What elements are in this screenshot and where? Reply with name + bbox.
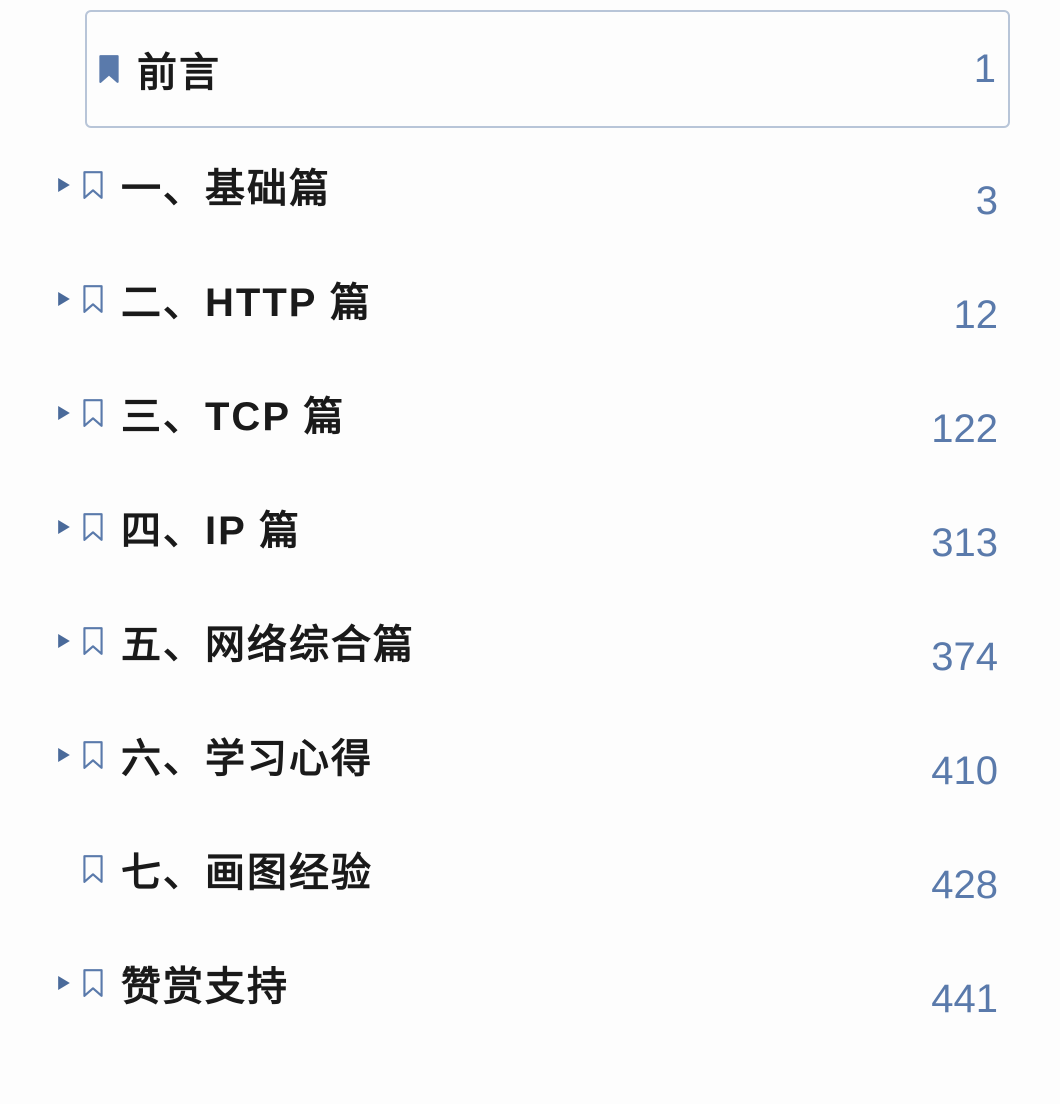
toc-item-4[interactable]: 四、IP 篇313 bbox=[55, 470, 1010, 584]
toc-title: 五、网络综合篇 bbox=[121, 612, 931, 670]
toc-item-0[interactable]: 前言1 bbox=[85, 10, 1010, 128]
bookmark-icon bbox=[79, 395, 107, 431]
toc-page-number: 313 bbox=[931, 521, 998, 566]
toc-title: 四、IP 篇 bbox=[121, 498, 931, 556]
expand-triangle-icon[interactable] bbox=[55, 404, 73, 422]
bookmark-icon bbox=[79, 737, 107, 773]
toc-title: 二、HTTP 篇 bbox=[121, 270, 954, 328]
toc-page-number: 1 bbox=[974, 47, 996, 92]
expand-triangle-icon[interactable] bbox=[55, 974, 73, 992]
bookmark-icon bbox=[79, 281, 107, 317]
toc-page-number: 441 bbox=[931, 977, 998, 1022]
bookmark-icon bbox=[79, 623, 107, 659]
bookmark-icon bbox=[79, 965, 107, 1001]
expand-triangle-icon[interactable] bbox=[55, 632, 73, 650]
toc-title: 六、学习心得 bbox=[121, 726, 931, 784]
toc-page-number: 12 bbox=[954, 293, 999, 338]
bookmark-icon bbox=[79, 851, 107, 887]
expand-triangle-icon[interactable] bbox=[55, 518, 73, 536]
bookmark-icon bbox=[95, 51, 123, 87]
toc-item-7[interactable]: 七、画图经验428 bbox=[55, 812, 1010, 926]
bookmark-icon bbox=[79, 509, 107, 545]
toc-title: 一、基础篇 bbox=[121, 156, 976, 214]
expand-triangle-icon[interactable] bbox=[55, 176, 73, 194]
toc-item-3[interactable]: 三、TCP 篇122 bbox=[55, 356, 1010, 470]
toc-title: 七、画图经验 bbox=[121, 840, 931, 898]
toc-item-8[interactable]: 赞赏支持441 bbox=[55, 926, 1010, 1040]
toc-title: 赞赏支持 bbox=[121, 954, 931, 1012]
toc-item-6[interactable]: 六、学习心得410 bbox=[55, 698, 1010, 812]
toc-page-number: 374 bbox=[931, 635, 998, 680]
expand-triangle-icon[interactable] bbox=[55, 290, 73, 308]
toc-item-5[interactable]: 五、网络综合篇374 bbox=[55, 584, 1010, 698]
toc-container: 前言1一、基础篇3二、HTTP 篇12三、TCP 篇122四、IP 篇313五、… bbox=[55, 10, 1010, 1040]
expand-triangle-icon[interactable] bbox=[55, 746, 73, 764]
toc-item-1[interactable]: 一、基础篇3 bbox=[55, 128, 1010, 242]
toc-page-number: 410 bbox=[931, 749, 998, 794]
toc-page-number: 3 bbox=[976, 179, 998, 224]
bookmark-icon bbox=[79, 167, 107, 203]
toc-title: 前言 bbox=[137, 40, 974, 98]
toc-page-number: 122 bbox=[931, 407, 998, 452]
toc-title: 三、TCP 篇 bbox=[121, 384, 931, 442]
toc-item-2[interactable]: 二、HTTP 篇12 bbox=[55, 242, 1010, 356]
toc-page-number: 428 bbox=[931, 863, 998, 908]
